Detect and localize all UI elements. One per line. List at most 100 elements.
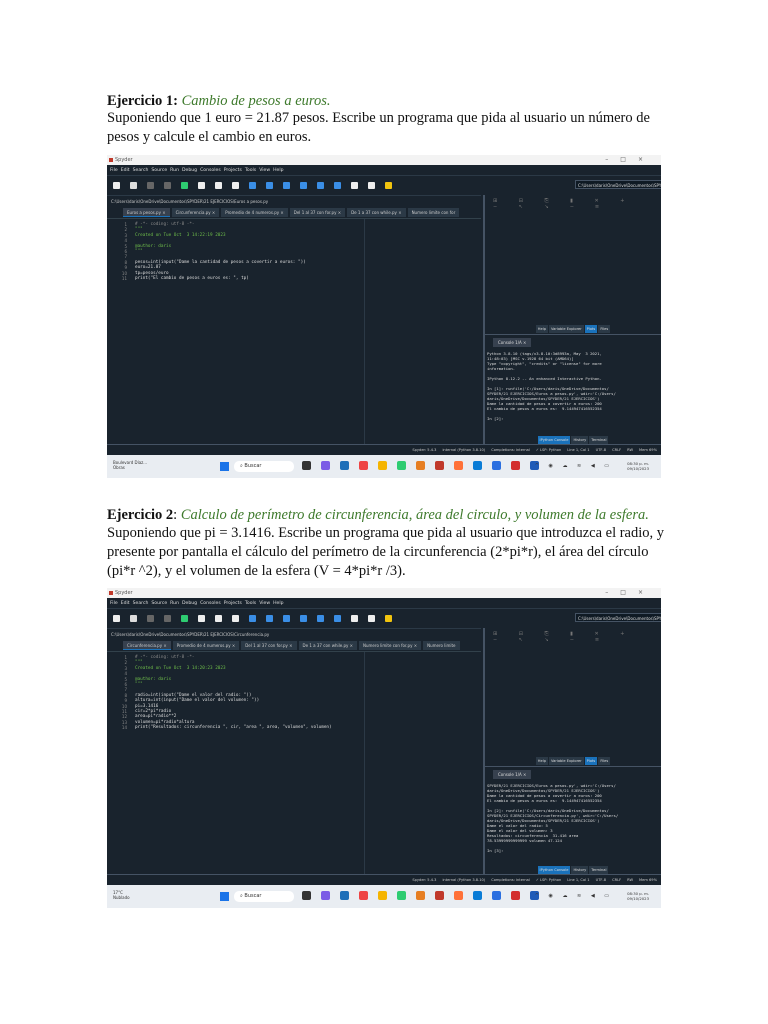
pane-tab-variable-explorer[interactable]: Variable Explorer [549,325,584,333]
taskbar-app-icon[interactable] [302,891,311,900]
taskbar-search[interactable]: ⌕ Buscar [234,891,294,902]
toolbar-button-icon[interactable] [164,615,171,622]
pane-toolbar[interactable]: ⊞ ⊟ ⎘ ▮ ✕ + − ↖ ↘ ─ ≡ [485,195,661,210]
toolbar-button-icon[interactable] [317,182,324,189]
menu-tools[interactable]: Tools [245,168,256,173]
menu-source[interactable]: Source [151,168,167,173]
toolbar-button-icon[interactable] [249,182,256,189]
taskbar-app-icon[interactable] [511,461,520,470]
taskbar-app-icon[interactable] [359,461,368,470]
pane-tab-help[interactable]: Help [535,757,548,765]
system-tray-icons[interactable]: ^ ◉ ☁ ≋ ◀ ▭ [535,893,613,899]
menu-help[interactable]: Help [273,601,283,606]
system-tray-icons[interactable]: ^ ◉ ☁ ≋ ◀ ▭ [535,463,613,469]
toolbar-button-icon[interactable] [334,182,341,189]
menu-view[interactable]: View [259,168,270,173]
toolbar-button-icon[interactable] [130,182,137,189]
toolbar-button-icon[interactable] [300,182,307,189]
toolbar-button-icon[interactable] [198,615,205,622]
taskbar-app-icon[interactable] [321,461,330,470]
taskbar-app-icon[interactable] [340,891,349,900]
taskbar-app-icon[interactable] [378,461,387,470]
menu-file[interactable]: File [110,601,118,606]
taskbar-app-icon[interactable] [302,461,311,470]
menu-debug[interactable]: Debug [182,168,197,173]
taskbar-app-icon[interactable] [378,891,387,900]
taskbar-app-icon[interactable] [473,891,482,900]
weather-widget[interactable]: 17°C Nublado [113,890,130,900]
toolbar-button-icon[interactable] [164,182,171,189]
menu-tools[interactable]: Tools [245,601,256,606]
toolbar-button-icon[interactable] [334,615,341,622]
toolbar-button-icon[interactable] [368,182,375,189]
ipython-console[interactable]: Console 1/A × Python 3.8.10 (tags/v3.8.10… [485,334,661,444]
taskbar-clock[interactable]: 08:30 p. m. 09/10/2023 [627,891,649,901]
toolbar-button-icon[interactable] [351,615,358,622]
editor-tab[interactable]: Euros a pesos.py × [123,208,170,217]
menu-help[interactable]: Help [273,168,283,173]
editor-tab[interactable]: Del 1 al 37 con for.py × [289,208,346,217]
toolbar-button-icon[interactable] [249,615,256,622]
pane-tab-files[interactable]: Files [598,325,611,333]
windows-start-icon[interactable] [220,462,229,471]
taskbar-app-icon[interactable] [416,461,425,470]
menu-source[interactable]: Source [151,601,167,606]
menu-search[interactable]: Search [133,601,149,606]
toolbar-button-icon[interactable] [215,615,222,622]
menu-run[interactable]: Run [170,168,179,173]
console-tab-terminal[interactable]: Terminal [589,436,609,444]
taskbar-app-icon[interactable] [492,461,501,470]
toolbar-button-icon[interactable] [147,182,154,189]
editor-tab[interactable]: Promedio de 4 numeros.py × [172,641,240,650]
ipython-console[interactable]: Console 1/A × SPYDER/21 EJERCICIOS/Euros … [485,766,661,874]
pane-tab-plots[interactable]: Plots [584,325,598,333]
console-tab-ipython-console[interactable]: IPython Console [537,866,571,874]
windows-start-icon[interactable] [220,892,229,901]
editor-tab[interactable]: Numero limite con for [407,208,460,217]
working-directory-input[interactable]: C:\Users\daris\OneDrive\Documentos\SPYDE… [575,180,661,189]
toolbar-button-icon[interactable] [232,182,239,189]
toolbar-button-icon[interactable] [130,615,137,622]
taskbar-search[interactable]: ⌕ Buscar [234,461,294,472]
toolbar-button-icon[interactable] [283,182,290,189]
menu-consoles[interactable]: Consoles [200,601,221,606]
taskbar-app-icon[interactable] [435,461,444,470]
toolbar-button-icon[interactable] [368,615,375,622]
taskbar-clock[interactable]: 08:30 p. m. 09/10/2023 [627,461,649,471]
editor-tab[interactable]: De 1 a 37 con while.py × [298,641,357,650]
taskbar-app-icon[interactable] [511,891,520,900]
editor-tab[interactable]: Numero limite con for.py × [359,641,422,650]
taskbar-app-icon[interactable] [435,891,444,900]
menu-projects[interactable]: Projects [224,168,242,173]
toolbar-button-icon[interactable] [113,182,120,189]
console-tab-history[interactable]: History [571,436,589,444]
toolbar-button-icon[interactable] [283,615,290,622]
taskbar-app-icon[interactable] [473,461,482,470]
editor-tab[interactable]: Circunferencia.py × [123,641,171,650]
console-tab[interactable]: Console 1/A × [493,770,532,779]
editor-tab[interactable]: Circunferencia.py × [171,208,220,217]
toolbar-button-icon[interactable] [385,182,392,189]
toolbar-button-icon[interactable] [198,182,205,189]
toolbar-button-icon[interactable] [113,615,120,622]
toolbar-button-icon[interactable] [232,615,239,622]
toolbar-button-icon[interactable] [385,615,392,622]
menu-consoles[interactable]: Consoles [200,168,221,173]
pane-tab-variable-explorer[interactable]: Variable Explorer [549,757,584,765]
window-controls[interactable]: –□× [605,156,655,163]
menu-run[interactable]: Run [170,601,179,606]
toolbar-button-icon[interactable] [317,615,324,622]
window-controls[interactable]: –□× [605,589,655,596]
code-editor[interactable]: 1 2 3 4 5 6 7 8 9 10 11 12 13 14 # -*- coding: utf-8 -… [107,651,481,874]
toolbar-button-icon[interactable] [266,182,273,189]
console-tab-history[interactable]: History [571,866,589,874]
taskbar-app-icon[interactable] [454,461,463,470]
menu-file[interactable]: File [110,168,118,173]
taskbar-app-icon[interactable] [492,891,501,900]
taskbar-app-icon[interactable] [397,891,406,900]
console-tab-terminal[interactable]: Terminal [589,866,609,874]
console-tab-ipython-console[interactable]: IPython Console [537,436,571,444]
toolbar-button-icon[interactable] [181,182,188,189]
editor-tab[interactable]: Numero limite [423,641,460,650]
taskbar-app-icon[interactable] [397,461,406,470]
